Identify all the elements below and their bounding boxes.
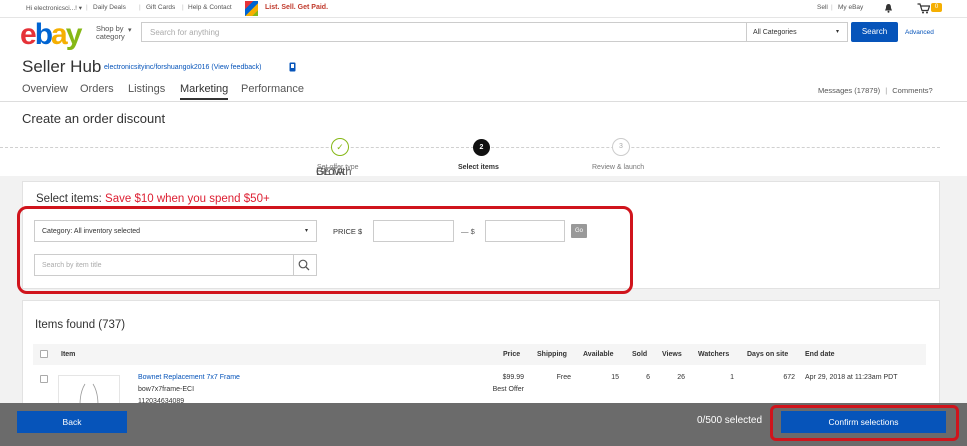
item-days-on-site: 672 (783, 374, 795, 381)
confirm-highlight-annotation (770, 405, 959, 441)
step-2-marker: 2 (473, 139, 490, 156)
item-title-link[interactable]: Bownet Replacement 7x7 Frame (138, 374, 240, 381)
item-watchers: 1 (730, 374, 734, 381)
cart-count-badge: 0 (931, 3, 942, 12)
promo-link[interactable]: List. Sell. Get Paid. (265, 4, 328, 11)
category-select[interactable]: All Categories ▾ (747, 22, 848, 42)
sell-link[interactable]: Sell (817, 4, 828, 11)
column-header-watchers[interactable]: Watchers (698, 351, 729, 358)
select-all-checkbox[interactable] (40, 350, 48, 358)
advanced-search-link[interactable]: Advanced (905, 29, 934, 36)
logo-letter-a: a (51, 18, 68, 51)
search-button[interactable]: Search (851, 22, 898, 42)
help-contact-link[interactable]: Help & Contact (188, 4, 232, 11)
column-header-days-on-site[interactable]: Days on site (747, 351, 788, 358)
select-items-heading: Select items: Save $10 when you spend $5… (36, 193, 270, 205)
offer-summary: Save $10 when you spend $50+ (105, 193, 270, 205)
separator: | (139, 4, 141, 11)
header-divider (0, 101, 967, 102)
table-header (33, 344, 926, 365)
item-views: 26 (677, 374, 685, 381)
item-sku: bow7x7frame-ECI (138, 386, 195, 393)
step-2-label: Select items (458, 164, 499, 171)
item-available: 15 (611, 374, 619, 381)
my-ebay-link[interactable]: My eBay (838, 4, 863, 11)
page-title: Create an order discount (22, 111, 166, 126)
column-header-shipping[interactable]: Shipping (537, 351, 567, 358)
stepper-line (0, 147, 940, 148)
separator: | (885, 86, 888, 95)
row-checkbox[interactable] (40, 375, 48, 383)
search-input[interactable]: Search for anything (141, 22, 747, 42)
select-items-label: Select items: (36, 193, 102, 205)
category-select-value: All Categories (753, 29, 797, 36)
column-header-sold[interactable]: Sold (632, 351, 647, 358)
tab-performance[interactable]: Performance (241, 83, 304, 95)
tab-marketing[interactable]: Marketing (180, 83, 229, 100)
step-3-marker: 3 (612, 138, 630, 156)
shop-by-category-button[interactable]: Shop by category ▾ (96, 25, 132, 41)
seller-badge-icon (289, 62, 296, 72)
seller-hub-title: Seller Hub (22, 57, 102, 76)
greeting-menu[interactable]: Hi electronicsci...! ▾ (26, 4, 82, 12)
column-header-end-date[interactable]: End date (805, 351, 835, 358)
item-shipping: Free (556, 374, 571, 381)
logo-letter-y: y (65, 18, 83, 51)
item-sold: 6 (646, 374, 650, 381)
items-found-count: Items found (737) (35, 319, 126, 331)
column-header-item[interactable]: Item (61, 351, 75, 358)
seller-username-link[interactable]: electronicsityinc/forshuangok2016 (View … (104, 64, 261, 71)
promo-logo-icon[interactable] (245, 1, 258, 16)
selection-count: 0/500 selected (697, 415, 763, 426)
chevron-down-icon: ▾ (835, 29, 839, 35)
gift-cards-link[interactable]: Gift Cards (146, 4, 175, 11)
separator: | (86, 4, 88, 11)
item-format: Best Offer (492, 386, 524, 393)
item-end-date: Apr 29, 2018 at 11:23am PDT (805, 374, 898, 381)
chevron-down-icon: ▾ (128, 27, 132, 34)
messages-area: Messages (17879) | Comments? (818, 86, 933, 95)
shop-by-category-label: category (96, 32, 125, 41)
logo-letter-b: b (34, 18, 53, 51)
step-1-label: Set offer type (317, 164, 359, 171)
comments-link[interactable]: Comments? (892, 86, 932, 95)
tab-overview[interactable]: Overview (22, 83, 68, 95)
filters-highlight-annotation (17, 206, 633, 294)
ebay-logo[interactable]: ebay (20, 18, 83, 51)
step-3-label: Review & launch (592, 164, 645, 171)
daily-deals-link[interactable]: Daily Deals (93, 4, 126, 11)
cart-icon[interactable] (917, 3, 930, 14)
column-header-available[interactable]: Available (583, 351, 613, 358)
tab-listings[interactable]: Listings (128, 83, 165, 95)
separator: | (831, 4, 833, 11)
separator: | (182, 4, 184, 11)
tab-orders[interactable]: Orders (80, 83, 114, 95)
column-header-price[interactable]: Price (503, 351, 520, 358)
back-button[interactable]: Back (17, 411, 127, 433)
messages-link[interactable]: Messages (17879) (818, 86, 880, 95)
notification-bell-icon[interactable] (884, 3, 893, 13)
logo-letter-e: e (20, 18, 37, 51)
item-price: $99.99 (502, 374, 524, 381)
top-utility-bar: Hi electronicsci...! ▾ | Daily Deals | G… (0, 0, 967, 18)
step-1-check-icon: ✓ (331, 138, 349, 156)
column-header-views[interactable]: Views (662, 351, 682, 358)
